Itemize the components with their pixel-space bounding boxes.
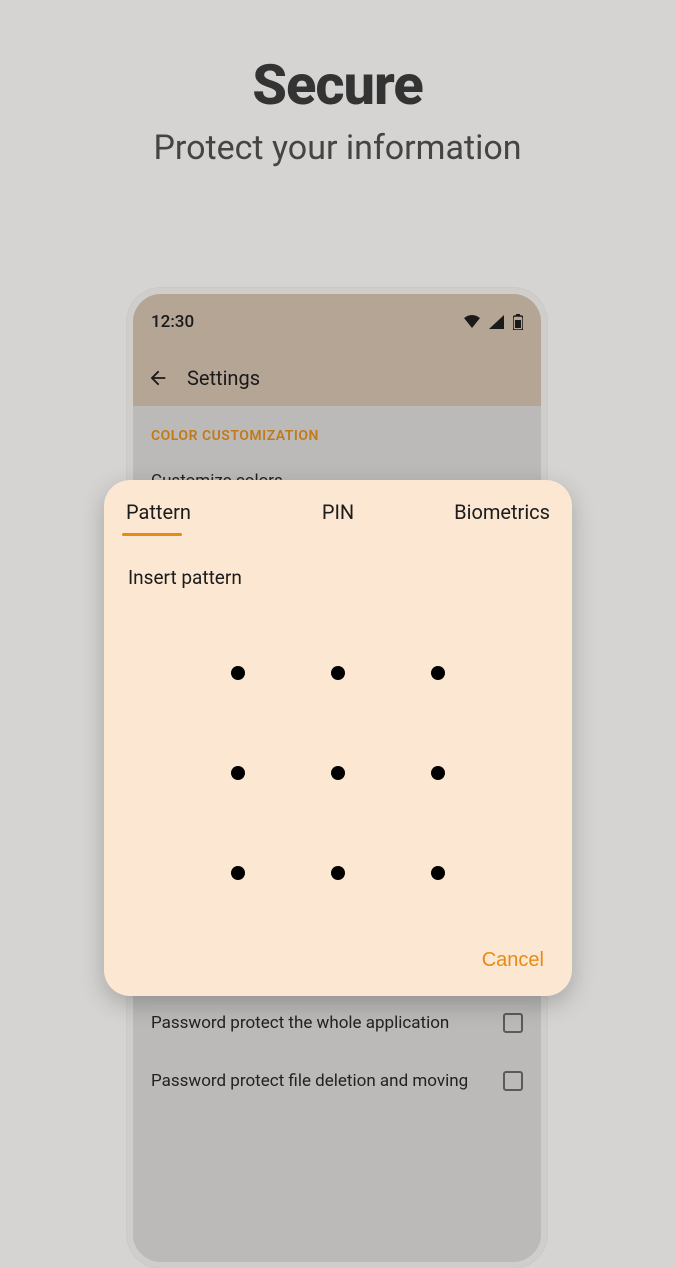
- arrow-back-icon: [147, 367, 169, 389]
- promo-subtitle: Protect your information: [0, 128, 675, 168]
- dialog-actions: Cancel: [104, 943, 572, 982]
- tab-pattern[interactable]: Pattern: [122, 500, 267, 536]
- checkbox-protect-whole-app[interactable]: [503, 1013, 523, 1033]
- cancel-button[interactable]: Cancel: [482, 949, 544, 972]
- pattern-dot-5[interactable]: [288, 723, 388, 823]
- row-protect-deletion[interactable]: Password protect file deletion and movin…: [151, 1052, 523, 1110]
- dot-icon: [231, 666, 245, 680]
- pattern-dot-9[interactable]: [388, 823, 488, 923]
- lock-dialog: Pattern PIN Biometrics Insert pattern Ca…: [104, 480, 572, 996]
- dot-icon: [331, 766, 345, 780]
- pattern-dot-7[interactable]: [188, 823, 288, 923]
- tab-pin[interactable]: PIN: [267, 500, 408, 536]
- section-color-customization: COLOR CUSTOMIZATION: [151, 406, 523, 452]
- dot-icon: [431, 666, 445, 680]
- pattern-grid[interactable]: [188, 623, 488, 923]
- dot-icon: [331, 866, 345, 880]
- dot-icon: [231, 866, 245, 880]
- pattern-dot-6[interactable]: [388, 723, 488, 823]
- settings-lower: Password protect the whole application P…: [133, 994, 541, 1110]
- dot-icon: [431, 766, 445, 780]
- app-bar: Settings: [133, 350, 541, 406]
- pattern-dot-4[interactable]: [188, 723, 288, 823]
- pattern-dot-2[interactable]: [288, 623, 388, 723]
- wifi-icon: [464, 315, 480, 329]
- row-label: Password protect file deletion and movin…: [151, 1071, 468, 1091]
- appbar-title: Settings: [187, 366, 260, 390]
- dialog-instruction: Insert pattern: [104, 536, 572, 597]
- status-time: 12:30: [151, 312, 194, 332]
- pattern-dot-1[interactable]: [188, 623, 288, 723]
- status-icons: [464, 314, 523, 330]
- battery-icon: [513, 314, 523, 330]
- back-button[interactable]: [147, 367, 169, 389]
- pattern-dot-8[interactable]: [288, 823, 388, 923]
- row-label: Password protect the whole application: [151, 1013, 449, 1033]
- lock-tabs: Pattern PIN Biometrics: [104, 480, 572, 536]
- dot-icon: [231, 766, 245, 780]
- tab-biometrics[interactable]: Biometrics: [409, 500, 554, 536]
- checkbox-protect-deletion[interactable]: [503, 1071, 523, 1091]
- dot-icon: [431, 866, 445, 880]
- pattern-dot-3[interactable]: [388, 623, 488, 723]
- row-protect-whole-app[interactable]: Password protect the whole application: [151, 994, 523, 1052]
- status-bar: 12:30: [133, 294, 541, 350]
- dot-icon: [331, 666, 345, 680]
- signal-icon: [489, 315, 504, 329]
- promo-title: Secure: [0, 52, 675, 118]
